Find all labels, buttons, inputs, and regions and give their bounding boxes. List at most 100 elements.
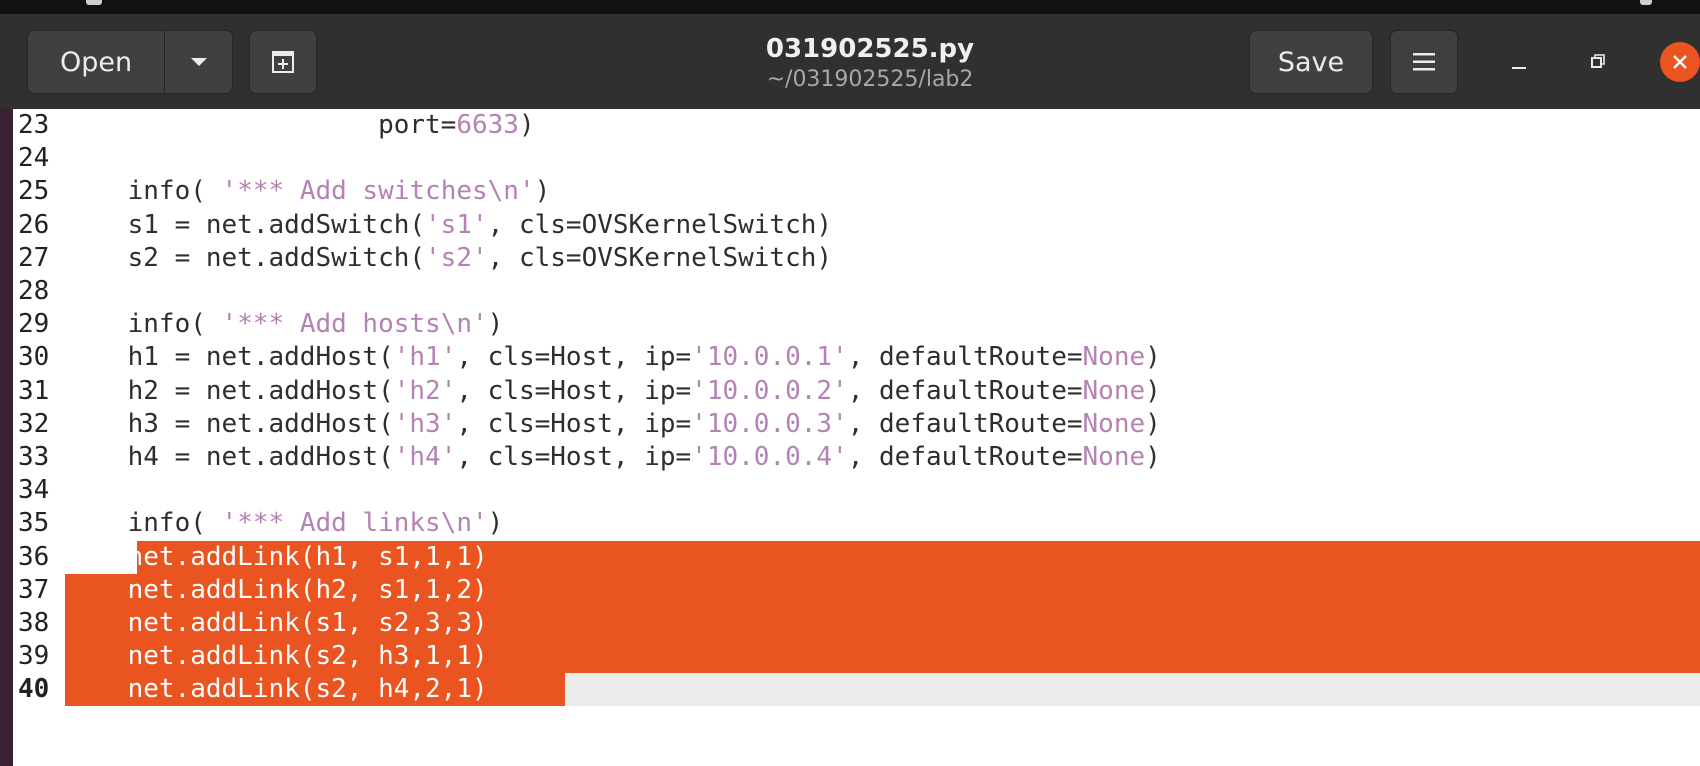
- line-number: 30: [18, 342, 50, 372]
- line-number: 40: [18, 674, 50, 704]
- code-string-token: None: [1082, 442, 1146, 472]
- code-token: net.addLink(s2, h4,2,1): [65, 674, 488, 704]
- top-bar-fragment: [86, 0, 102, 5]
- code-string-token: 's2': [425, 243, 488, 273]
- code-string-token: '10.0.0.2': [691, 376, 848, 406]
- line-number: 27: [18, 243, 50, 273]
- code-line[interactable]: net.addLink(s2, h3,1,1): [65, 640, 488, 673]
- code-string-token: 'h3': [393, 409, 457, 439]
- code-token: ): [1145, 409, 1161, 439]
- line-number: 39: [18, 641, 50, 671]
- code-string-token: '10.0.0.4': [691, 442, 848, 472]
- code-token: h4 = net.addHost(: [65, 442, 394, 472]
- open-button[interactable]: Open: [28, 31, 164, 93]
- line-number: 36: [18, 542, 50, 572]
- code-line[interactable]: h4 = net.addHost('h4', cls=Host, ip='10.…: [65, 441, 1161, 474]
- desktop-edge: [0, 109, 13, 766]
- code-line[interactable]: info( '*** Add hosts\n'): [65, 308, 504, 341]
- code-token: net.addLink(s1, s2,3,3): [65, 608, 488, 638]
- code-token: port=: [65, 110, 457, 140]
- code-string-token: 's1': [425, 210, 488, 240]
- hamburger-menu-icon: [1413, 53, 1435, 71]
- code-line[interactable]: net.addLink(s2, h4,2,1): [65, 673, 488, 706]
- maximize-icon: [1591, 54, 1605, 68]
- code-token: info(: [65, 508, 222, 538]
- save-button[interactable]: Save: [1249, 30, 1373, 94]
- line-number: 35: [18, 508, 50, 538]
- line-number: 38: [18, 608, 50, 638]
- code-string-token: 'h4': [393, 442, 457, 472]
- code-string-token: None: [1082, 376, 1146, 406]
- headerbar: Open 031902525.py ~/031902525/lab2 Save: [0, 14, 1700, 109]
- close-button[interactable]: [1660, 42, 1700, 82]
- code-string-token: '*** Add switches\n': [221, 176, 535, 206]
- code-line[interactable]: h3 = net.addHost('h3', cls=Host, ip='10.…: [65, 408, 1161, 441]
- code-line[interactable]: s1 = net.addSwitch('s1', cls=OVSKernelSw…: [65, 209, 832, 242]
- code-line[interactable]: info( '*** Add switches\n'): [65, 175, 551, 208]
- code-token: h2 = net.addHost(: [65, 376, 394, 406]
- code-token: h1 = net.addHost(: [65, 342, 394, 372]
- file-title: 031902525.py: [765, 34, 975, 64]
- code-token: , defaultRoute=: [847, 376, 1083, 406]
- open-button-group: Open: [27, 30, 233, 94]
- line-number: 28: [18, 276, 50, 306]
- code-token: , defaultRoute=: [847, 409, 1083, 439]
- main-menu-button[interactable]: [1390, 30, 1458, 94]
- code-line[interactable]: s2 = net.addSwitch('s2', cls=OVSKernelSw…: [65, 242, 832, 275]
- code-line[interactable]: net.addLink(h2, s1,1,2): [65, 574, 488, 607]
- code-line[interactable]: net.addLink(h1, s1,1,1): [65, 541, 488, 574]
- top-bar-fragment: [1640, 0, 1652, 5]
- code-token: , cls=Host, ip=: [456, 376, 692, 406]
- line-number: 24: [18, 143, 50, 173]
- line-number: 33: [18, 442, 50, 472]
- code-token: , cls=OVSKernelSwitch): [487, 210, 833, 240]
- code-token: , defaultRoute=: [847, 442, 1083, 472]
- code-token: ): [1145, 442, 1161, 472]
- open-menu-button[interactable]: [164, 31, 232, 93]
- file-path-subtitle: ~/031902525/lab2: [766, 67, 974, 92]
- close-icon: [1673, 55, 1687, 69]
- code-string-token: '*** Add links\n': [221, 508, 488, 538]
- system-top-bar: [0, 0, 1700, 14]
- line-number: 29: [18, 309, 50, 339]
- line-number: 32: [18, 409, 50, 439]
- code-token: info(: [65, 309, 222, 339]
- title-block: 031902525.py ~/031902525/lab2: [640, 32, 1100, 94]
- minimize-button[interactable]: [1499, 42, 1539, 82]
- code-line[interactable]: h2 = net.addHost('h2', cls=Host, ip='10.…: [65, 375, 1161, 408]
- line-number: 25: [18, 176, 50, 206]
- new-tab-button[interactable]: [249, 30, 317, 94]
- line-number: 37: [18, 575, 50, 605]
- text-editor[interactable]: 23 24 25 26 27 28 29 30 31 32 33 34 35 36 37 38 39 40 por…: [13, 109, 1700, 766]
- line-number: 31: [18, 376, 50, 406]
- minimize-icon: [1512, 67, 1526, 69]
- line-number-gutter: 23 24 25 26 27 28 29 30 31 32 33 34 35 36 37 38 39 40: [13, 109, 65, 766]
- chevron-down-icon: [190, 58, 207, 66]
- code-string-token: '*** Add hosts\n': [221, 309, 488, 339]
- code-token: ): [518, 110, 535, 140]
- code-token: net.addLink(h1, s1,1,1): [65, 542, 488, 572]
- line-number: 26: [18, 210, 50, 240]
- code-token: , cls=Host, ip=: [456, 409, 692, 439]
- code-token: s2 = net.addSwitch(: [65, 243, 426, 273]
- code-line[interactable]: h1 = net.addHost('h1', cls=Host, ip='10.…: [65, 341, 1161, 374]
- code-token: ): [534, 176, 551, 206]
- line-number: 23: [18, 110, 50, 140]
- code-token: net.addLink(s2, h3,1,1): [65, 641, 488, 671]
- code-token: info(: [65, 176, 222, 206]
- code-line[interactable]: port=6633): [65, 109, 535, 142]
- code-token: , cls=OVSKernelSwitch): [487, 243, 833, 273]
- code-string-token: None: [1082, 409, 1146, 439]
- code-token: ): [1145, 342, 1161, 372]
- code-token: , defaultRoute=: [847, 342, 1083, 372]
- line-number: 34: [18, 475, 50, 505]
- maximize-button[interactable]: [1578, 42, 1618, 82]
- code-line[interactable]: info( '*** Add links\n'): [65, 507, 504, 540]
- code-line[interactable]: net.addLink(s1, s2,3,3): [65, 607, 488, 640]
- code-token: s1 = net.addSwitch(: [65, 210, 426, 240]
- code-string-token: None: [1082, 342, 1146, 372]
- code-string-token: 'h1': [393, 342, 457, 372]
- new-document-icon: [272, 51, 294, 73]
- code-string-token: 6633: [456, 110, 519, 140]
- code-token: net.addLink(h2, s1,1,2): [65, 575, 488, 605]
